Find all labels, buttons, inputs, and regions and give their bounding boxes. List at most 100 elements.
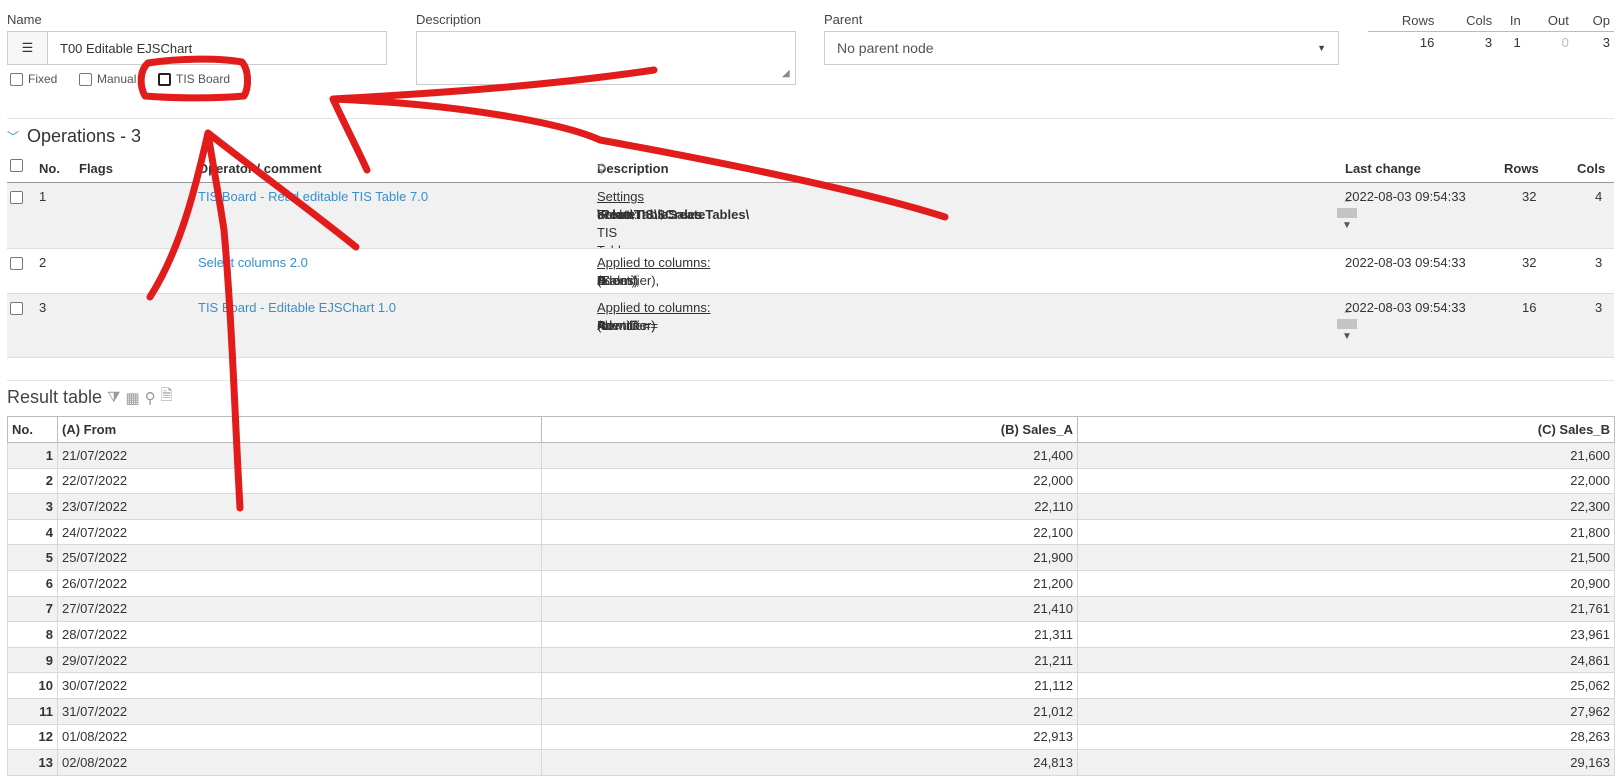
checkbox-tis-board-label: TIS Board: [176, 72, 231, 86]
col-no: No.: [39, 161, 60, 176]
table-row[interactable]: 8 28/07/2022 21,311 23,961: [7, 621, 1615, 648]
row-sales-a: 22,000: [541, 467, 1078, 495]
table-row[interactable]: 1 21/07/2022 21,400 21,600: [7, 442, 1615, 469]
section-divider: [7, 380, 1614, 381]
op-description: Applied to columns: A (Identifier), B (F…: [597, 255, 711, 288]
excel-icon[interactable]: 🗎: [161, 385, 173, 410]
row-checkbox[interactable]: [10, 302, 23, 315]
op-rows: 32: [1522, 189, 1537, 204]
op-no: 3: [39, 300, 47, 315]
row-sales-b: 27,962: [1077, 697, 1615, 725]
table-row[interactable]: 4 24/07/2022 22,100 21,800: [7, 518, 1615, 546]
filter-icon[interactable]: ⧩: [107, 389, 120, 406]
op-rows: 16: [1522, 300, 1537, 315]
table-row[interactable]: 5 25/07/2022 21,900 21,500: [7, 544, 1615, 571]
checkbox-manual-box[interactable]: [79, 72, 92, 86]
operation-row[interactable]: 2 Select columns 2.0 Applied to columns:…: [7, 249, 1614, 294]
stats-in-value: 1: [1496, 31, 1525, 50]
col-sales-a[interactable]: (B) Sales_A: [541, 416, 1078, 443]
stats-out-header: Out: [1547, 13, 1569, 28]
table-row[interactable]: 12 01/08/2022 22,913 28,263: [7, 723, 1615, 751]
col-sales-b[interactable]: (C) Sales_B: [1077, 416, 1615, 443]
operations-table: No. Flags Operator / comment Description…: [7, 157, 1614, 358]
select-all-checkbox[interactable]: [10, 159, 23, 172]
scroll-down-icon: ▼: [1342, 331, 1352, 342]
row-checkbox[interactable]: [10, 191, 23, 204]
row-sales-b: 21,761: [1077, 595, 1615, 623]
result-table: No. (A) From (B) Sales_A (C) Sales_B 1 21…: [7, 416, 1615, 776]
op-last-change: 2022-08-03 09:54:33: [1345, 300, 1466, 315]
row-from: 25/07/2022: [57, 544, 542, 571]
row-sales-b: 21,600: [1077, 442, 1615, 469]
row-sales-b: 22,000: [1077, 467, 1615, 495]
row-no: 8: [7, 621, 58, 648]
op-operator-link[interactable]: TIS Board - Editable EJSChart 1.0: [198, 300, 396, 315]
table-row[interactable]: 13 02/08/2022 24,813 29,163: [7, 749, 1615, 776]
op-last-change: 2022-08-03 09:54:33: [1345, 189, 1466, 204]
result-header: Result table ⧩ ▦ ⚲ 🗎: [7, 385, 173, 410]
op-cols: 3: [1595, 255, 1603, 270]
row-from: 24/07/2022: [57, 518, 542, 546]
table-row[interactable]: 7 27/07/2022 21,410 21,761: [7, 595, 1615, 623]
row-no: 12: [7, 723, 58, 751]
name-value[interactable]: T00 Editable EJSChart: [48, 41, 192, 56]
checkbox-tis-board[interactable]: TIS Board: [158, 72, 230, 86]
row-no: 6: [7, 569, 58, 597]
table-row[interactable]: 9 29/07/2022 21,211 24,861: [7, 646, 1615, 674]
checkbox-manual[interactable]: Manual: [79, 72, 136, 86]
row-checkbox[interactable]: [10, 257, 23, 270]
op-last-change: 2022-08-03 09:54:33: [1345, 255, 1466, 270]
row-no: 4: [7, 518, 58, 546]
row-sales-a: 22,100: [541, 518, 1078, 546]
node-type-icon[interactable]: ☰: [8, 32, 48, 64]
zoom-icon[interactable]: ⚲: [597, 161, 607, 177]
col-no[interactable]: No.: [7, 416, 58, 443]
checkbox-fixed-box[interactable]: [10, 72, 23, 86]
stats-rows-value: 16: [1368, 31, 1439, 50]
checkbox-manual-label: Manual: [97, 72, 137, 86]
operations-header[interactable]: ﹀ Operations - 3: [7, 126, 141, 147]
description-textarea[interactable]: [416, 31, 796, 85]
row-sales-b: 29,163: [1077, 749, 1615, 776]
op-description: Applied to columns: Row ID = A (Identifi…: [597, 300, 711, 333]
row-sales-b: 22,300: [1077, 493, 1615, 520]
col-from[interactable]: (A) From: [57, 416, 542, 443]
col-operator: Operator / comment: [198, 161, 322, 176]
table-row[interactable]: 2 22/07/2022 22,000 22,000: [7, 467, 1615, 495]
row-from: 01/08/2022: [57, 723, 542, 751]
checkbox-tis-board-box[interactable]: [158, 72, 171, 86]
row-from: 23/07/2022: [57, 493, 542, 520]
row-from: 02/08/2022: [57, 749, 542, 776]
row-sales-a: 24,813: [541, 749, 1078, 776]
row-sales-b: 24,861: [1077, 646, 1615, 674]
row-from: 30/07/2022: [57, 672, 542, 699]
zoom-icon[interactable]: ⚲: [145, 389, 156, 407]
checkbox-fixed[interactable]: Fixed: [10, 72, 57, 86]
op-no: 1: [39, 189, 47, 204]
row-sales-a: 21,311: [541, 621, 1078, 648]
table-row[interactable]: 11 31/07/2022 21,012 27,962: [7, 697, 1615, 725]
checkbox-fixed-label: Fixed: [28, 72, 58, 86]
table-row[interactable]: 10 30/07/2022 21,112 25,062: [7, 672, 1615, 699]
table-icon[interactable]: ▦: [125, 389, 139, 407]
row-sales-a: 21,200: [541, 569, 1078, 597]
row-from: 26/07/2022: [57, 569, 542, 597]
op-no: 2: [39, 255, 47, 270]
table-row[interactable]: 3 23/07/2022 22,110 22,300: [7, 493, 1615, 520]
description-label: Description: [416, 12, 482, 27]
chevron-down-icon[interactable]: ﹀: [7, 128, 19, 145]
op-operator-link[interactable]: Select columns 2.0: [198, 255, 308, 270]
name-field[interactable]: ☰ T00 Editable EJSChart: [7, 31, 387, 65]
col-cols: Cols: [1577, 161, 1606, 176]
row-sales-b: 21,800: [1077, 518, 1615, 546]
row-sales-a: 21,012: [541, 697, 1078, 725]
operation-row[interactable]: 1 TIS Board - Read editable TIS Table 7.…: [7, 183, 1614, 249]
op-operator-link[interactable]: TIS Board - Read editable TIS Table 7.0: [198, 189, 428, 204]
stats-cols-header: Cols: [1466, 13, 1493, 28]
row-sales-a: 21,211: [541, 646, 1078, 674]
node-stats: Rows Cols In Out Op 16 3 1 0 3: [1368, 13, 1614, 50]
operation-row[interactable]: 3 TIS Board - Editable EJSChart 1.0 Appl…: [7, 294, 1614, 358]
operations-header-row: No. Flags Operator / comment Description…: [7, 157, 1614, 183]
table-row[interactable]: 6 26/07/2022 21,200 20,900: [7, 569, 1615, 597]
parent-select[interactable]: No parent node ▼: [824, 31, 1339, 65]
